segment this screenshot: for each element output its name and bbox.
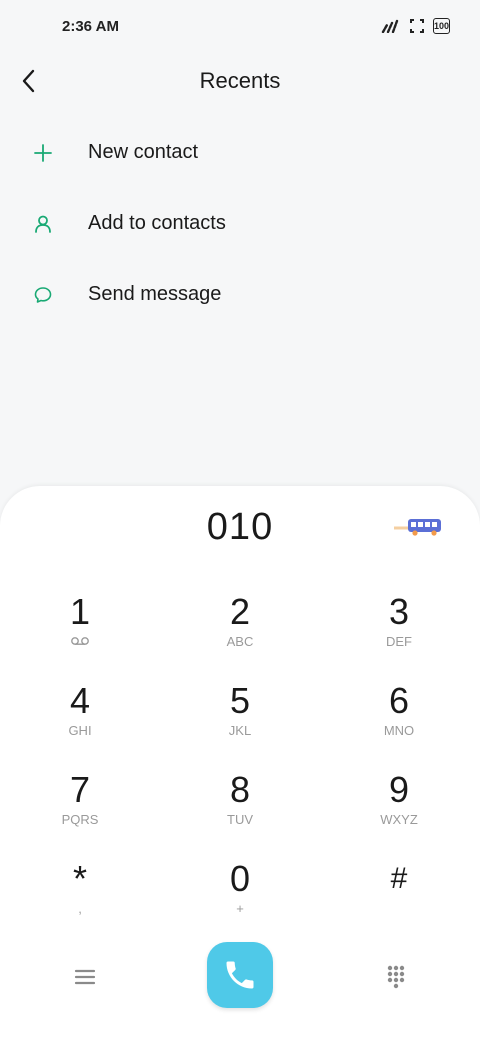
chat-bubble-icon: [30, 282, 56, 308]
signal-icon: [381, 19, 399, 33]
dialer-panel: 010 1 2 ABC 3 DEF 4 GHI 5 JKL 6 MNO 7 PQ…: [0, 486, 480, 1040]
new-contact-action[interactable]: New contact: [0, 117, 480, 188]
key-letters: WXYZ: [380, 812, 418, 827]
status-time: 2:36 AM: [62, 18, 119, 35]
action-label: New contact: [88, 141, 199, 163]
keypad-toggle-button[interactable]: [382, 963, 410, 991]
status-bar: 2:36 AM 100: [0, 0, 480, 56]
key-9[interactable]: 9 WXYZ: [339, 770, 459, 850]
key-digit: 1: [69, 591, 91, 632]
key-digit: #: [390, 862, 408, 895]
key-digit: 4: [69, 680, 91, 721]
key-digit: 5: [229, 680, 251, 721]
action-label: Send message: [88, 283, 222, 305]
key-letters: ,: [78, 901, 82, 916]
dialpad-icon: [387, 965, 405, 989]
key-digit: *: [72, 858, 87, 899]
key-3[interactable]: 3 DEF: [339, 592, 459, 672]
key-1[interactable]: 1: [20, 592, 140, 672]
key-letters: PQRS: [61, 812, 99, 827]
dialer-bottom-bar: [0, 942, 480, 1012]
menu-button[interactable]: [72, 964, 98, 990]
key-letters: ABC: [226, 634, 254, 649]
key-5[interactable]: 5 JKL: [180, 681, 300, 761]
status-icons: 100: [381, 18, 450, 34]
key-7[interactable]: 7 PQRS: [20, 770, 140, 850]
key-digit: 9: [388, 769, 410, 810]
key-letters: JKL: [228, 723, 252, 738]
hamburger-icon: [74, 969, 96, 985]
plus-icon: [30, 140, 56, 166]
key-digit: 0: [229, 858, 251, 899]
key-0[interactable]: 0 +: [180, 859, 300, 939]
key-4[interactable]: 4 GHI: [20, 681, 140, 761]
key-8[interactable]: 8 TUV: [180, 770, 300, 850]
battery-level: 100: [433, 21, 450, 31]
key-6[interactable]: 6 MNO: [339, 681, 459, 761]
action-list: New contact Add to contacts Send message: [0, 117, 480, 330]
key-letters: MNO: [383, 723, 415, 738]
key-letters: +: [236, 901, 244, 916]
call-button[interactable]: [207, 942, 273, 1008]
key-digit: 7: [69, 769, 91, 810]
send-message-action[interactable]: Send message: [0, 259, 480, 330]
header: Recents: [0, 56, 480, 106]
key-2[interactable]: 2 ABC: [180, 592, 300, 672]
voicemail-icon: [71, 637, 89, 645]
battery-icon: 100: [433, 18, 450, 34]
phone-icon: [226, 961, 254, 989]
key-digit: 3: [388, 591, 410, 632]
action-label: Add to contacts: [88, 212, 226, 234]
key-star[interactable]: * ,: [20, 859, 140, 939]
key-letters: TUV: [227, 812, 253, 827]
key-letters: GHI: [68, 723, 92, 738]
key-digit: 8: [229, 769, 251, 810]
bus-icon[interactable]: [392, 516, 444, 543]
add-to-contacts-action[interactable]: Add to contacts: [0, 188, 480, 259]
key-letters: DEF: [386, 634, 412, 649]
screen-record-icon: [410, 19, 424, 33]
page-title: Recents: [199, 68, 281, 93]
key-digit: 2: [229, 591, 251, 632]
person-icon: [30, 211, 56, 237]
key-digit: 6: [388, 680, 410, 721]
key-hash[interactable]: #: [339, 859, 459, 939]
